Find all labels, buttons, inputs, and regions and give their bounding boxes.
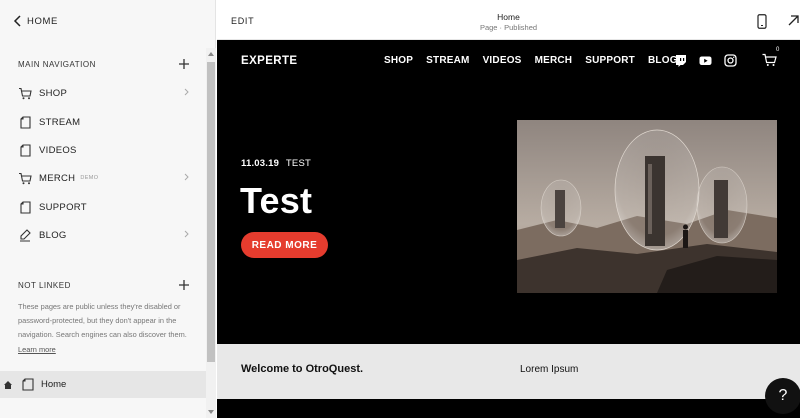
sidebar-item-support[interactable]: SUPPORT — [18, 196, 190, 218]
chevron-right-icon — [184, 173, 189, 181]
back-home-label: HOME — [27, 15, 58, 27]
post-title[interactable]: Test — [240, 180, 312, 222]
demo-badge: DEMO — [80, 175, 99, 181]
sidebar-scrollbar[interactable] — [206, 48, 216, 418]
chevron-right-icon — [184, 230, 189, 238]
not-linked-description-text: These pages are public unless they're di… — [18, 302, 187, 340]
read-more-button[interactable]: READ MORE — [241, 232, 328, 258]
welcome-section: Welcome to OtroQuest. Lorem Ipsum — [217, 344, 800, 399]
expand-icon[interactable] — [787, 14, 800, 27]
site-logo[interactable]: EXPERTE — [241, 55, 297, 67]
instagram-icon[interactable] — [724, 54, 737, 67]
twitch-icon[interactable] — [674, 54, 687, 67]
post-meta: 11.03.19 TEST — [241, 158, 311, 169]
page-item-label: Home — [41, 379, 67, 390]
sidebar-item-stream[interactable]: STREAM — [18, 111, 190, 133]
page-icon — [22, 378, 34, 391]
scroll-down-icon[interactable] — [208, 410, 214, 414]
page-status: Page · Published — [479, 23, 538, 32]
sidebar-item-label: STREAM — [39, 116, 81, 128]
youtube-icon[interactable] — [699, 54, 712, 67]
page-icon — [18, 115, 32, 129]
chevron-left-icon — [13, 15, 21, 27]
chevron-right-icon — [184, 88, 189, 96]
main-navigation-header: MAIN NAVIGATION — [18, 58, 190, 70]
page-title: Home — [497, 12, 520, 22]
sidebar-item-label: SHOP — [39, 87, 68, 99]
help-button[interactable]: ? — [765, 378, 800, 414]
blog-icon — [18, 228, 32, 242]
scrollbar-thumb[interactable] — [207, 62, 215, 362]
hero-image — [517, 120, 777, 293]
social-links — [674, 54, 737, 67]
cart-count: 0 — [776, 47, 780, 53]
site-nav-videos[interactable]: VIDEOS — [483, 55, 522, 66]
sidebar-item-videos[interactable]: VIDEOS — [18, 139, 190, 161]
page-item-home[interactable]: Home — [0, 371, 206, 398]
site-navigation: SHOP STREAM VIDEOS MERCH SUPPORT BLOG — [384, 55, 678, 66]
back-home-button[interactable]: HOME — [13, 14, 58, 28]
add-page-icon[interactable] — [178, 58, 190, 70]
page-icon — [18, 143, 32, 157]
not-linked-description: These pages are public unless they're di… — [18, 300, 190, 357]
sidebar-item-label: MERCH — [39, 172, 76, 184]
sidebar: HOME MAIN NAVIGATION SHOP STREAM VIDEOS … — [0, 0, 216, 418]
sidebar-item-merch[interactable]: MERCH DEMO — [18, 167, 190, 189]
page-icon — [18, 200, 32, 214]
post-category[interactable]: TEST — [286, 158, 311, 169]
sidebar-item-label: BLOG — [39, 229, 67, 241]
site-preview: EXPERTE SHOP STREAM VIDEOS MERCH SUPPORT… — [217, 40, 800, 418]
sidebar-item-blog[interactable]: BLOG — [18, 224, 190, 246]
add-unlinked-page-icon[interactable] — [178, 279, 190, 291]
post-date: 11.03.19 — [241, 158, 280, 169]
site-nav-shop[interactable]: SHOP — [384, 55, 413, 66]
main-navigation-title: MAIN NAVIGATION — [18, 59, 96, 69]
learn-more-link[interactable]: Learn more — [18, 345, 56, 354]
cart-icon — [18, 86, 32, 100]
home-icon — [4, 380, 12, 389]
cart-icon[interactable] — [762, 53, 777, 67]
not-linked-header: NOT LINKED — [18, 279, 190, 291]
sidebar-item-label: SUPPORT — [39, 201, 87, 213]
welcome-heading: Welcome to OtroQuest. — [241, 363, 364, 375]
sidebar-item-label: VIDEOS — [39, 144, 77, 156]
mobile-preview-icon[interactable] — [757, 14, 767, 29]
cart-icon — [18, 171, 32, 185]
site-nav-support[interactable]: SUPPORT — [585, 55, 635, 66]
not-linked-title: NOT LINKED — [18, 280, 71, 290]
editor-topbar: EDIT Home Page · Published — [217, 0, 800, 40]
site-nav-merch[interactable]: MERCH — [535, 55, 573, 66]
lorem-heading: Lorem Ipsum — [520, 364, 579, 375]
scroll-up-icon[interactable] — [208, 52, 214, 56]
sidebar-item-shop[interactable]: SHOP — [18, 82, 190, 104]
site-nav-stream[interactable]: STREAM — [426, 55, 469, 66]
